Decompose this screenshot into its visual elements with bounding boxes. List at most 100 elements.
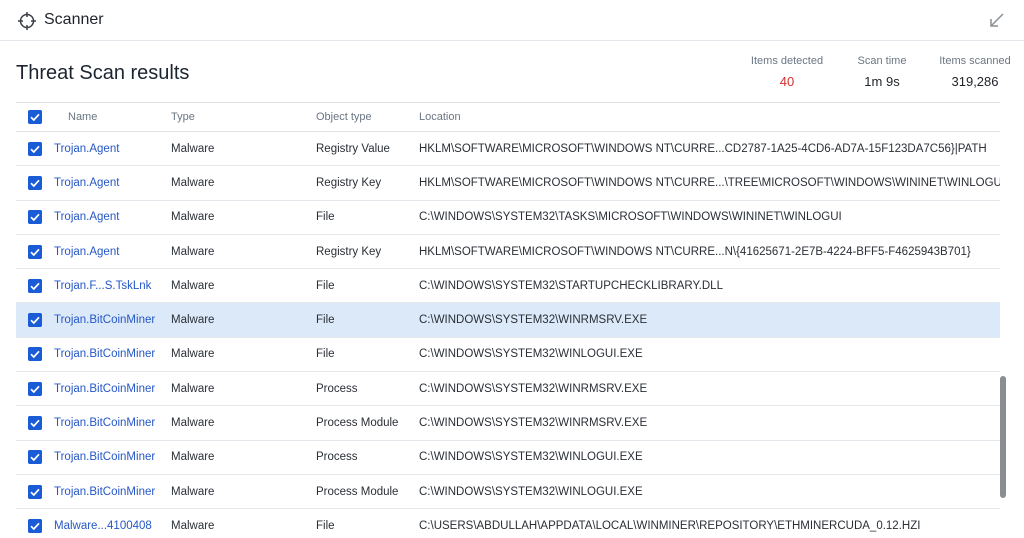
row-checkbox[interactable] <box>28 484 42 499</box>
table-row[interactable]: Trojan.BitCoinMiner Malware File C:\WINDOWS… <box>16 303 1000 338</box>
table-row[interactable]: Trojan.F...S.TskLnk Malware File C:\WINDOWS… <box>16 269 1000 304</box>
location-path: C:\USERS\ABDULLAH\APPDATA\LOCAL\WINMINER… <box>419 519 921 532</box>
location-path: C:\WINDOWS\SYSTEM32\STARTUPCHECKLIBRARY.… <box>419 279 723 292</box>
threat-type: Malware <box>171 279 215 292</box>
row-checkbox[interactable] <box>28 175 42 190</box>
threat-type: Malware <box>171 176 215 189</box>
row-checkbox[interactable] <box>28 518 42 533</box>
stat-items-detected: Items detected 40 <box>744 55 830 89</box>
table-row[interactable]: Trojan.BitCoinMiner Malware File C:\WINDOWS… <box>16 338 1000 373</box>
threat-name-link[interactable]: Malware...4100408 <box>54 520 152 532</box>
stat-scan-time: Scan time 1m 9s <box>848 55 916 89</box>
object-type: File <box>316 211 335 224</box>
row-checkbox[interactable] <box>28 244 42 259</box>
threat-type: Malware <box>171 417 215 430</box>
row-checkbox[interactable] <box>28 210 42 225</box>
threat-name-link[interactable]: Trojan.BitCoinMiner <box>54 348 155 360</box>
object-type: File <box>316 348 335 361</box>
stat-label: Items scanned <box>939 55 1011 67</box>
threat-type: Malware <box>171 485 215 498</box>
threat-type: Malware <box>171 245 215 258</box>
object-type: Process Module <box>316 485 399 498</box>
crosshair-icon <box>18 12 36 30</box>
stat-label: Items detected <box>750 55 824 67</box>
location-path: C:\WINDOWS\SYSTEM32\WINLOGUI.EXE <box>419 451 643 464</box>
table-row[interactable]: Trojan.Agent Malware Registry Value HKLM\SO… <box>16 132 1000 167</box>
location-path: C:\WINDOWS\SYSTEM32\WINLOGUI.EXE <box>419 348 643 361</box>
location-path: HKLM\SOFTWARE\MICROSOFT\WINDOWS NT\CURRE… <box>419 176 1000 189</box>
page-title: Threat Scan results <box>16 62 190 84</box>
column-header-type[interactable]: Type <box>171 111 195 123</box>
threat-name-link[interactable]: Trojan.Agent <box>54 177 119 189</box>
threat-name-link[interactable]: Trojan.Agent <box>54 211 119 223</box>
threat-type: Malware <box>171 348 215 361</box>
checkmark-icon <box>28 416 42 431</box>
object-type: File <box>316 519 335 532</box>
table-row[interactable]: Trojan.BitCoinMiner Malware Process C:\WIND… <box>16 441 1000 475</box>
threat-type: Malware <box>171 451 215 464</box>
threat-type: Malware <box>171 519 215 532</box>
checkmark-icon <box>28 381 42 396</box>
checkmark-icon <box>28 518 42 533</box>
object-type: Process <box>316 382 358 395</box>
row-checkbox[interactable] <box>28 416 42 431</box>
checkmark-icon <box>28 175 42 190</box>
title-bar: Scanner <box>0 0 1024 41</box>
window-title: Scanner <box>44 11 104 28</box>
table-row[interactable]: Trojan.Agent Malware Registry Key HKLM\SOFT… <box>16 235 1000 270</box>
table-body: Trojan.Agent Malware Registry Value HKLM\SO… <box>16 132 1000 538</box>
threat-type: Malware <box>171 142 215 155</box>
stat-label: Scan time <box>857 55 907 67</box>
table-row[interactable]: Trojan.BitCoinMiner Malware Process Module… <box>16 475 1000 510</box>
row-checkbox[interactable] <box>28 381 42 396</box>
stat-value: 1m 9s <box>864 74 900 89</box>
threat-name-link[interactable]: Trojan.BitCoinMiner <box>54 314 155 326</box>
results-table: Name Type Object type Location Trojan.Ag… <box>16 102 1000 538</box>
row-checkbox[interactable] <box>28 347 42 362</box>
location-path: C:\WINDOWS\SYSTEM32\TASKS\MICROSOFT\WIND… <box>419 211 842 224</box>
threat-name-link[interactable]: Trojan.BitCoinMiner <box>54 486 155 498</box>
row-checkbox[interactable] <box>28 313 42 328</box>
checkmark-icon <box>28 110 42 124</box>
row-checkbox[interactable] <box>28 141 42 156</box>
table-row[interactable]: Trojan.BitCoinMiner Malware Process Module… <box>16 406 1000 441</box>
column-header-location[interactable]: Location <box>419 111 461 123</box>
location-path: C:\WINDOWS\SYSTEM32\WINRMSRV.EXE <box>419 417 648 430</box>
row-checkbox[interactable] <box>28 278 42 293</box>
threat-name-link[interactable]: Trojan.Agent <box>54 246 119 258</box>
table-row[interactable]: Trojan.Agent Malware Registry Key HKLM\SOFT… <box>16 166 1000 201</box>
table-row[interactable]: Malware...4100408 Malware File C:\USERS\ABD… <box>16 509 1000 538</box>
location-path: C:\WINDOWS\SYSTEM32\WINRMSRV.EXE <box>419 382 648 395</box>
column-header-name[interactable]: Name <box>68 111 97 123</box>
stat-value: 319,286 <box>951 74 999 89</box>
object-type: Registry Key <box>316 176 382 189</box>
stat-value: 40 <box>779 74 795 89</box>
object-type: File <box>316 279 335 292</box>
threat-name-link[interactable]: Trojan.F...S.TskLnk <box>54 280 151 292</box>
object-type: Process Module <box>316 417 399 430</box>
threat-name-link[interactable]: Trojan.BitCoinMiner <box>54 417 155 429</box>
threat-name-link[interactable]: Trojan.BitCoinMiner <box>54 451 155 463</box>
stat-items-scanned: Items scanned 319,286 <box>934 55 1016 89</box>
threat-type: Malware <box>171 382 215 395</box>
checkmark-icon <box>28 244 42 259</box>
row-checkbox[interactable] <box>28 450 42 465</box>
column-header-object-type[interactable]: Object type <box>316 111 372 123</box>
threat-name-link[interactable]: Trojan.BitCoinMiner <box>54 383 155 395</box>
object-type: Registry Key <box>316 245 382 258</box>
table-row[interactable]: Trojan.BitCoinMiner Malware Process C:\WIND… <box>16 372 1000 407</box>
table-row[interactable]: Trojan.Agent Malware File C:\WINDOWS\SYSTEM… <box>16 201 1000 235</box>
threat-name-link[interactable]: Trojan.Agent <box>54 143 119 155</box>
object-type: Registry Value <box>316 142 390 155</box>
location-path: C:\WINDOWS\SYSTEM32\WINLOGUI.EXE <box>419 485 643 498</box>
checkmark-icon <box>28 141 42 156</box>
threat-type: Malware <box>171 314 215 327</box>
minimize-arrow-icon[interactable] <box>988 12 1005 29</box>
threat-type: Malware <box>171 211 215 224</box>
table-header: Name Type Object type Location <box>16 103 1000 132</box>
checkmark-icon <box>28 313 42 328</box>
select-all-checkbox[interactable] <box>28 110 42 124</box>
location-path: C:\WINDOWS\SYSTEM32\WINRMSRV.EXE <box>419 314 648 327</box>
scrollbar-thumb[interactable] <box>1000 376 1006 498</box>
checkmark-icon <box>28 278 42 293</box>
